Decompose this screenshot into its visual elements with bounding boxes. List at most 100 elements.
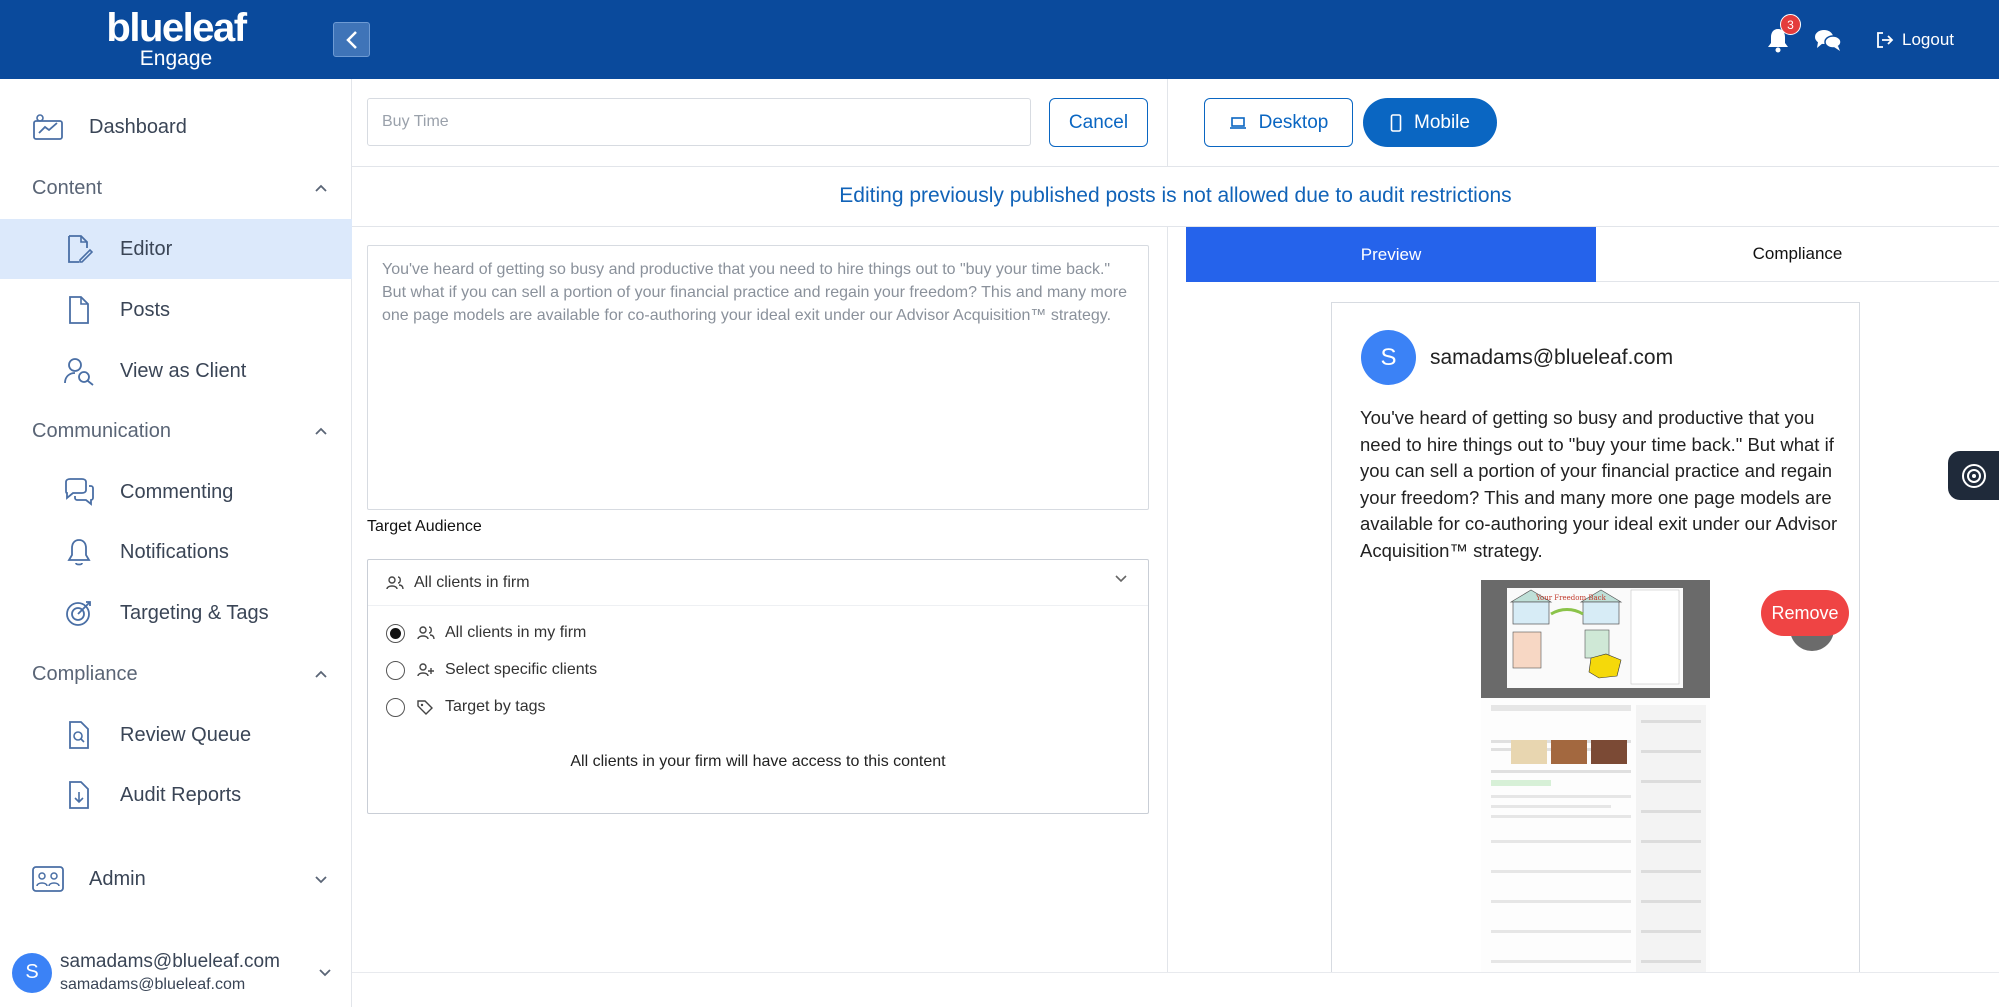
sidebar-label-posts: Posts xyxy=(120,298,171,321)
chevron-up-icon xyxy=(315,184,327,192)
screenshot-thumbnail-graphic: Your Freedom Back xyxy=(1481,580,1710,1006)
bell-outline-icon xyxy=(63,536,95,568)
audience-note: All clients in your firm will have acces… xyxy=(570,753,946,770)
audit-restriction-notice: Editing previously published posts is no… xyxy=(839,184,1512,207)
collapse-sidebar-button[interactable] xyxy=(333,22,370,57)
sidebar-label-commenting: Commenting xyxy=(120,480,234,503)
radio-label: Select specific clients xyxy=(445,661,598,678)
users-icon xyxy=(386,575,404,589)
sidebar-item-dashboard[interactable]: Dashboard xyxy=(0,97,352,157)
chevron-down-icon xyxy=(315,876,327,884)
user-name: samadams@blueleaf.com xyxy=(60,951,280,972)
avatar: S xyxy=(12,952,52,993)
logout-icon xyxy=(1877,32,1894,48)
preview-body-text: You've heard of getting so busy and prod… xyxy=(1360,407,1838,561)
bottom-scroll-area xyxy=(352,972,1999,1007)
comments-icon xyxy=(63,476,95,508)
sidebar-item-commenting[interactable]: Commenting xyxy=(0,462,352,522)
radio-all-clients[interactable]: All clients in my firm xyxy=(386,620,586,646)
radio-specific-clients[interactable]: Select specific clients xyxy=(386,657,597,683)
radio-button[interactable] xyxy=(386,697,405,717)
chevron-down-icon xyxy=(319,969,331,977)
section-communication[interactable]: Communication xyxy=(0,401,352,461)
user-menu[interactable]: S samadams@blueleaf.com samadams@bluelea… xyxy=(0,938,352,1007)
sidebar-label-targeting-tags: Targeting & Tags xyxy=(120,601,269,624)
sidebar-item-admin[interactable]: Admin xyxy=(0,849,352,909)
sidebar-item-notifications[interactable]: Notifications xyxy=(0,522,352,582)
edit-document-icon xyxy=(63,233,95,265)
post-preview-card: S samadams@blueleaf.com You've heard of … xyxy=(1331,302,1860,1007)
author-email: samadams@blueleaf.com xyxy=(1430,346,1674,369)
logout-button[interactable]: Logout xyxy=(1876,26,1954,54)
audience-selected: All clients in firm xyxy=(414,573,530,591)
tags-icon xyxy=(417,700,433,715)
tab-compliance[interactable]: Compliance xyxy=(1596,227,1999,282)
attached-image: Your Freedom Back xyxy=(1481,580,1710,1006)
sidebar-label-audit-reports: Audit Reports xyxy=(120,783,242,806)
chat-bubbles-icon xyxy=(1815,30,1842,51)
desktop-label: Desktop xyxy=(1258,111,1329,133)
section-compliance-label: Compliance xyxy=(32,662,138,685)
radio-label: All clients in my firm xyxy=(445,624,587,641)
sidebar-item-targeting-tags[interactable]: Targeting & Tags xyxy=(0,583,352,643)
author-avatar: S xyxy=(1361,330,1416,385)
sidebar-label-admin: Admin xyxy=(89,867,146,890)
post-title-input[interactable] xyxy=(367,98,1031,146)
document-search-icon xyxy=(63,719,95,751)
target-icon xyxy=(63,597,95,629)
sidebar-label-review-queue: Review Queue xyxy=(120,723,252,746)
toolbar-divider xyxy=(1167,79,1168,166)
logo-sub: Engage xyxy=(139,47,213,70)
section-content[interactable]: Content xyxy=(0,158,352,218)
sidebar-label-dashboard: Dashboard xyxy=(89,115,187,138)
mobile-label: Mobile xyxy=(1414,111,1470,133)
sidebar-item-audit-reports[interactable]: Audit Reports xyxy=(0,765,352,825)
user-email: samadams@blueleaf.com xyxy=(60,976,246,993)
chevron-down-icon xyxy=(1115,575,1127,583)
chevron-left-icon xyxy=(345,30,357,49)
top-bar: blueleaf Engage 3 Logout xyxy=(0,0,1999,79)
sidebar-item-editor[interactable]: Editor xyxy=(0,219,352,279)
phone-icon xyxy=(1390,113,1402,132)
sidebar-label-notifications: Notifications xyxy=(120,540,229,563)
document-icon xyxy=(63,294,95,326)
sidebar: Dashboard Content Editor Posts View as C… xyxy=(0,79,352,1007)
section-communication-label: Communication xyxy=(32,419,171,442)
column-divider xyxy=(1167,226,1168,1007)
user-search-icon xyxy=(63,355,95,387)
sidebar-item-view-as-client[interactable]: View as Client xyxy=(0,341,352,401)
sidebar-label-editor: Editor xyxy=(120,237,173,260)
sidebar-item-review-queue[interactable]: Review Queue xyxy=(0,705,352,765)
radio-label: Target by tags xyxy=(445,698,546,715)
remove-image-button[interactable]: Remove xyxy=(1761,590,1849,636)
blueleaf-logo[interactable]: blueleaf Engage xyxy=(96,8,256,74)
sidebar-item-posts[interactable]: Posts xyxy=(0,280,352,340)
svg-text:Your Freedom Back: Your Freedom Back xyxy=(1535,594,1607,602)
laptop-icon xyxy=(1229,116,1246,129)
target-audience-panel: All clients in firm All clients in my fi… xyxy=(367,559,1149,814)
post-body-editor[interactable]: You've heard of getting so busy and prod… xyxy=(367,245,1149,510)
user-info: samadams@blueleaf.com samadams@blueleaf.… xyxy=(60,951,280,994)
document-download-icon xyxy=(63,779,95,811)
sidebar-label-view-as-client: View as Client xyxy=(120,359,247,382)
desktop-view-button[interactable]: Desktop xyxy=(1204,98,1353,147)
mobile-view-button[interactable]: Mobile xyxy=(1363,98,1497,147)
radio-button[interactable] xyxy=(386,660,405,680)
admin-users-icon xyxy=(32,863,64,895)
messages-button[interactable] xyxy=(1812,24,1844,56)
users-icon xyxy=(417,626,435,640)
floating-target-widget[interactable] xyxy=(1948,451,1999,500)
tab-preview[interactable]: Preview xyxy=(1186,227,1596,282)
chevron-up-icon xyxy=(315,427,327,435)
section-compliance[interactable]: Compliance xyxy=(0,644,352,704)
radio-button[interactable] xyxy=(386,623,405,643)
cancel-button[interactable]: Cancel xyxy=(1049,98,1148,147)
user-plus-icon xyxy=(417,663,434,677)
section-content-label: Content xyxy=(32,176,103,199)
radio-target-by-tags[interactable]: Target by tags xyxy=(386,694,546,720)
target-icon xyxy=(1961,463,1986,488)
dashboard-icon xyxy=(32,111,64,143)
audience-dropdown[interactable]: All clients in firm xyxy=(368,560,1148,606)
target-audience-label: Target Audience xyxy=(367,518,482,535)
notification-count-badge: 3 xyxy=(1780,14,1801,35)
